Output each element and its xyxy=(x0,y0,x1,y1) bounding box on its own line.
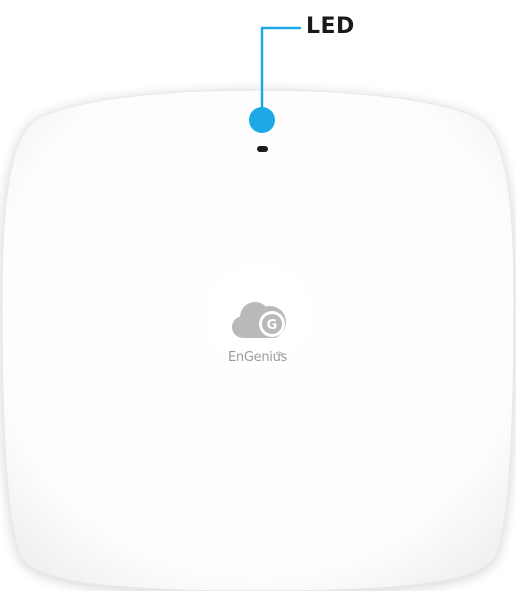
led-hole xyxy=(257,146,268,152)
brand-name: EnGenius xyxy=(228,350,287,365)
led-callout-label: LED xyxy=(306,14,355,39)
access-point-diagram: G xyxy=(1,26,515,591)
device-body xyxy=(1,89,515,591)
diagram-canvas: G LED EnGenius xyxy=(0,0,516,591)
led-indicator xyxy=(249,107,275,133)
cloud-logo-letter: G xyxy=(267,318,278,333)
